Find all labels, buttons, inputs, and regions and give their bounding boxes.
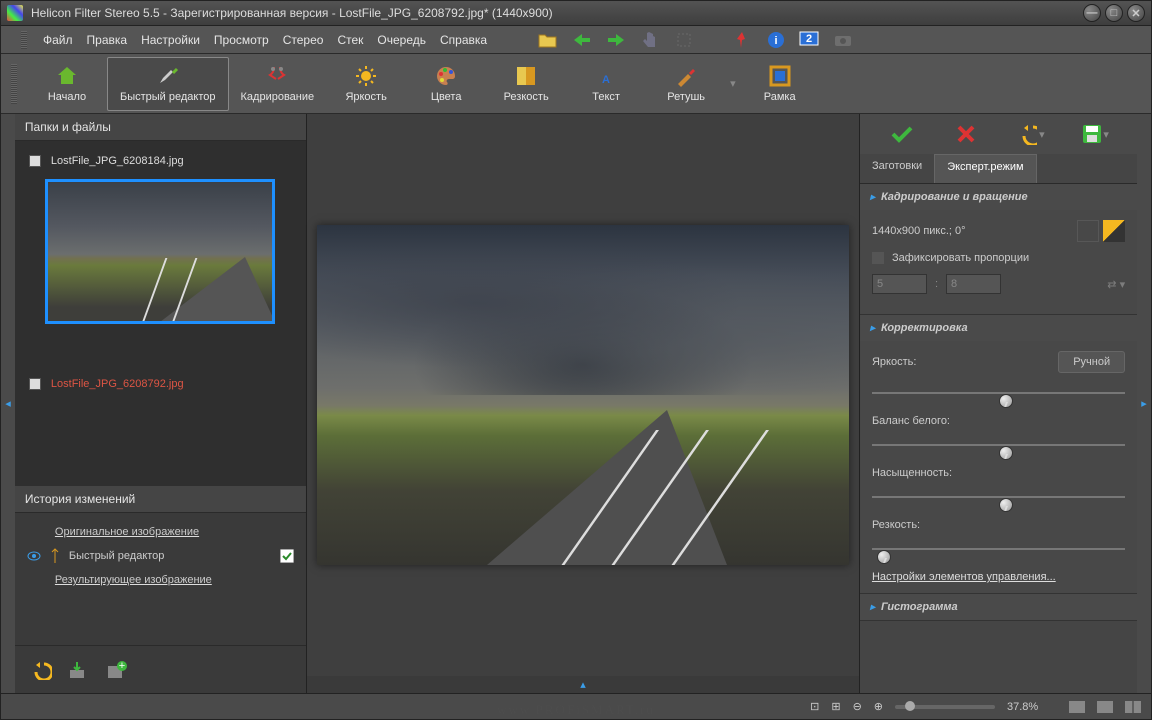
open-folder-icon[interactable] xyxy=(537,29,559,51)
grip-icon xyxy=(11,64,17,104)
tool-retouch[interactable]: Ретушь xyxy=(646,57,726,111)
monitor-icon[interactable]: 2 xyxy=(799,29,821,51)
expand-down-icon[interactable]: ▴ xyxy=(307,676,859,693)
menu-file[interactable]: Файл xyxy=(39,33,77,47)
tool-brightness[interactable]: Яркость xyxy=(326,57,406,111)
eye-icon xyxy=(27,551,41,561)
main-image[interactable] xyxy=(317,225,849,565)
file-name: LostFile_JPG_6208184.jpg xyxy=(51,155,184,167)
menu-stack[interactable]: Стек xyxy=(333,33,367,47)
forward-icon[interactable] xyxy=(605,29,627,51)
tool-frame[interactable]: Рамка xyxy=(740,57,820,111)
brightness-mode-button[interactable]: Ручной xyxy=(1058,351,1125,373)
history-header: История изменений xyxy=(15,486,306,513)
back-icon[interactable] xyxy=(571,29,593,51)
collapse-left[interactable]: ◂ xyxy=(1,114,15,693)
titlebar: Helicon Filter Stereo 5.5 - Зарегистриро… xyxy=(1,1,1151,26)
sharpness-slider[interactable] xyxy=(872,539,1125,559)
grip-icon xyxy=(21,31,27,49)
hand-icon[interactable] xyxy=(639,29,661,51)
check-icon[interactable] xyxy=(280,549,294,563)
controls-settings-link[interactable]: Настройки элементов управления... xyxy=(872,571,1125,583)
apply-button[interactable] xyxy=(888,122,916,146)
menubar: Файл Правка Настройки Просмотр Стерео Ст… xyxy=(1,26,1151,54)
tool-colors[interactable]: Цвета xyxy=(406,57,486,111)
swap-icon[interactable]: ⇄ ▾ xyxy=(1107,278,1125,291)
close-button[interactable]: ✕ xyxy=(1127,4,1145,22)
canvas-area: ▴ xyxy=(307,114,859,693)
section-crop[interactable]: ▸Кадрирование и вращение xyxy=(860,184,1137,210)
watermark: www.PROFiSMART.ru xyxy=(497,702,655,718)
zoom-out-icon[interactable]: ⊖ xyxy=(853,700,862,713)
main-toolbar: Начало Быстрый редактор Кадрирование Ярк… xyxy=(1,54,1151,114)
menu-help[interactable]: Справка xyxy=(436,33,491,47)
step-icon xyxy=(49,548,61,564)
add-button[interactable]: + xyxy=(103,657,131,683)
menu-settings[interactable]: Настройки xyxy=(137,33,204,47)
minimize-button[interactable]: — xyxy=(1083,4,1101,22)
svg-text:2: 2 xyxy=(806,33,812,45)
ratio-w-input[interactable]: 5 xyxy=(872,274,927,294)
select-icon[interactable] xyxy=(673,29,695,51)
menu-view[interactable]: Просмотр xyxy=(210,33,273,47)
undo-button[interactable] xyxy=(27,657,55,683)
menu-stereo[interactable]: Стерео xyxy=(279,33,328,47)
tool-text[interactable]: AТекст xyxy=(566,57,646,111)
wb-slider[interactable] xyxy=(872,435,1125,455)
file-list[interactable]: LostFile_JPG_6208184.jpg LostFile_JPG_62… xyxy=(15,141,306,486)
tool-quick-editor[interactable]: Быстрый редактор xyxy=(107,57,229,111)
history-original[interactable]: Оригинальное изображение xyxy=(27,521,294,543)
info-icon[interactable]: i xyxy=(765,29,787,51)
history-quick-editor[interactable]: Быстрый редактор xyxy=(27,543,294,569)
tool-sharpness[interactable]: Резкость xyxy=(486,57,566,111)
brightness-slider[interactable] xyxy=(872,383,1125,403)
tab-presets[interactable]: Заготовки xyxy=(860,154,934,183)
file-name-current: LostFile_JPG_6208792.jpg xyxy=(51,378,184,390)
svg-text:i: i xyxy=(775,35,778,47)
menu-edit[interactable]: Правка xyxy=(83,33,132,47)
rotate-icon[interactable] xyxy=(1103,220,1125,242)
camera-icon[interactable] xyxy=(833,29,855,51)
left-panel: Папки и файлы LostFile_JPG_6208184.jpg L… xyxy=(15,114,307,693)
section-histogram[interactable]: ▸Гистограмма xyxy=(860,594,1137,620)
view-split-h-icon[interactable] xyxy=(1097,701,1113,713)
checkbox[interactable] xyxy=(29,378,41,390)
zoom-value: 37.8% xyxy=(1007,701,1057,713)
app-logo-icon xyxy=(7,5,23,21)
section-adjust[interactable]: ▸Корректировка xyxy=(860,315,1137,341)
view-split-v-icon[interactable] xyxy=(1125,701,1141,713)
collapse-right[interactable]: ▸ xyxy=(1137,114,1151,693)
lock-ratio-checkbox[interactable] xyxy=(872,252,884,264)
view-single-icon[interactable] xyxy=(1069,701,1085,713)
file-item-current[interactable]: LostFile_JPG_6208792.jpg xyxy=(25,374,296,394)
save-button[interactable]: ▾ xyxy=(1081,122,1109,146)
svg-text:A: A xyxy=(602,74,610,86)
revert-button[interactable]: ▾ xyxy=(1017,122,1045,146)
pin-icon[interactable] xyxy=(731,29,753,51)
thumbnail-selected[interactable] xyxy=(45,179,275,324)
cancel-button[interactable] xyxy=(952,122,980,146)
tab-expert[interactable]: Эксперт.режим xyxy=(934,154,1036,183)
window-title: Helicon Filter Stereo 5.5 - Зарегистриро… xyxy=(31,6,1083,20)
tool-crop[interactable]: Кадрирование xyxy=(229,57,327,111)
maximize-button[interactable]: □ xyxy=(1105,4,1123,22)
history-result[interactable]: Результирующее изображение xyxy=(27,569,294,591)
dimensions-label: 1440x900 пикс.; 0° xyxy=(872,225,966,237)
import-button[interactable] xyxy=(65,657,93,683)
file-item[interactable]: LostFile_JPG_6208184.jpg xyxy=(25,151,296,171)
svg-text:+: + xyxy=(119,660,125,672)
history-list: Оригинальное изображение Быстрый редакто… xyxy=(15,513,306,645)
zoom-fit-icon[interactable]: ⊡ xyxy=(810,700,819,713)
ratio-h-input[interactable]: 8 xyxy=(946,274,1001,294)
tool-home[interactable]: Начало xyxy=(27,57,107,111)
checkbox[interactable] xyxy=(29,155,41,167)
files-header: Папки и файлы xyxy=(15,114,306,141)
fit-icon[interactable] xyxy=(1077,220,1099,242)
zoom-slider[interactable] xyxy=(895,705,995,709)
saturation-slider[interactable] xyxy=(872,487,1125,507)
right-panel: ▾ ▾ Заготовки Эксперт.режим ▸Кадрировани… xyxy=(859,114,1137,693)
zoom-actual-icon[interactable]: ⊞ xyxy=(831,700,840,713)
menu-queue[interactable]: Очередь xyxy=(373,33,430,47)
zoom-in-icon[interactable]: ⊕ xyxy=(874,700,883,713)
